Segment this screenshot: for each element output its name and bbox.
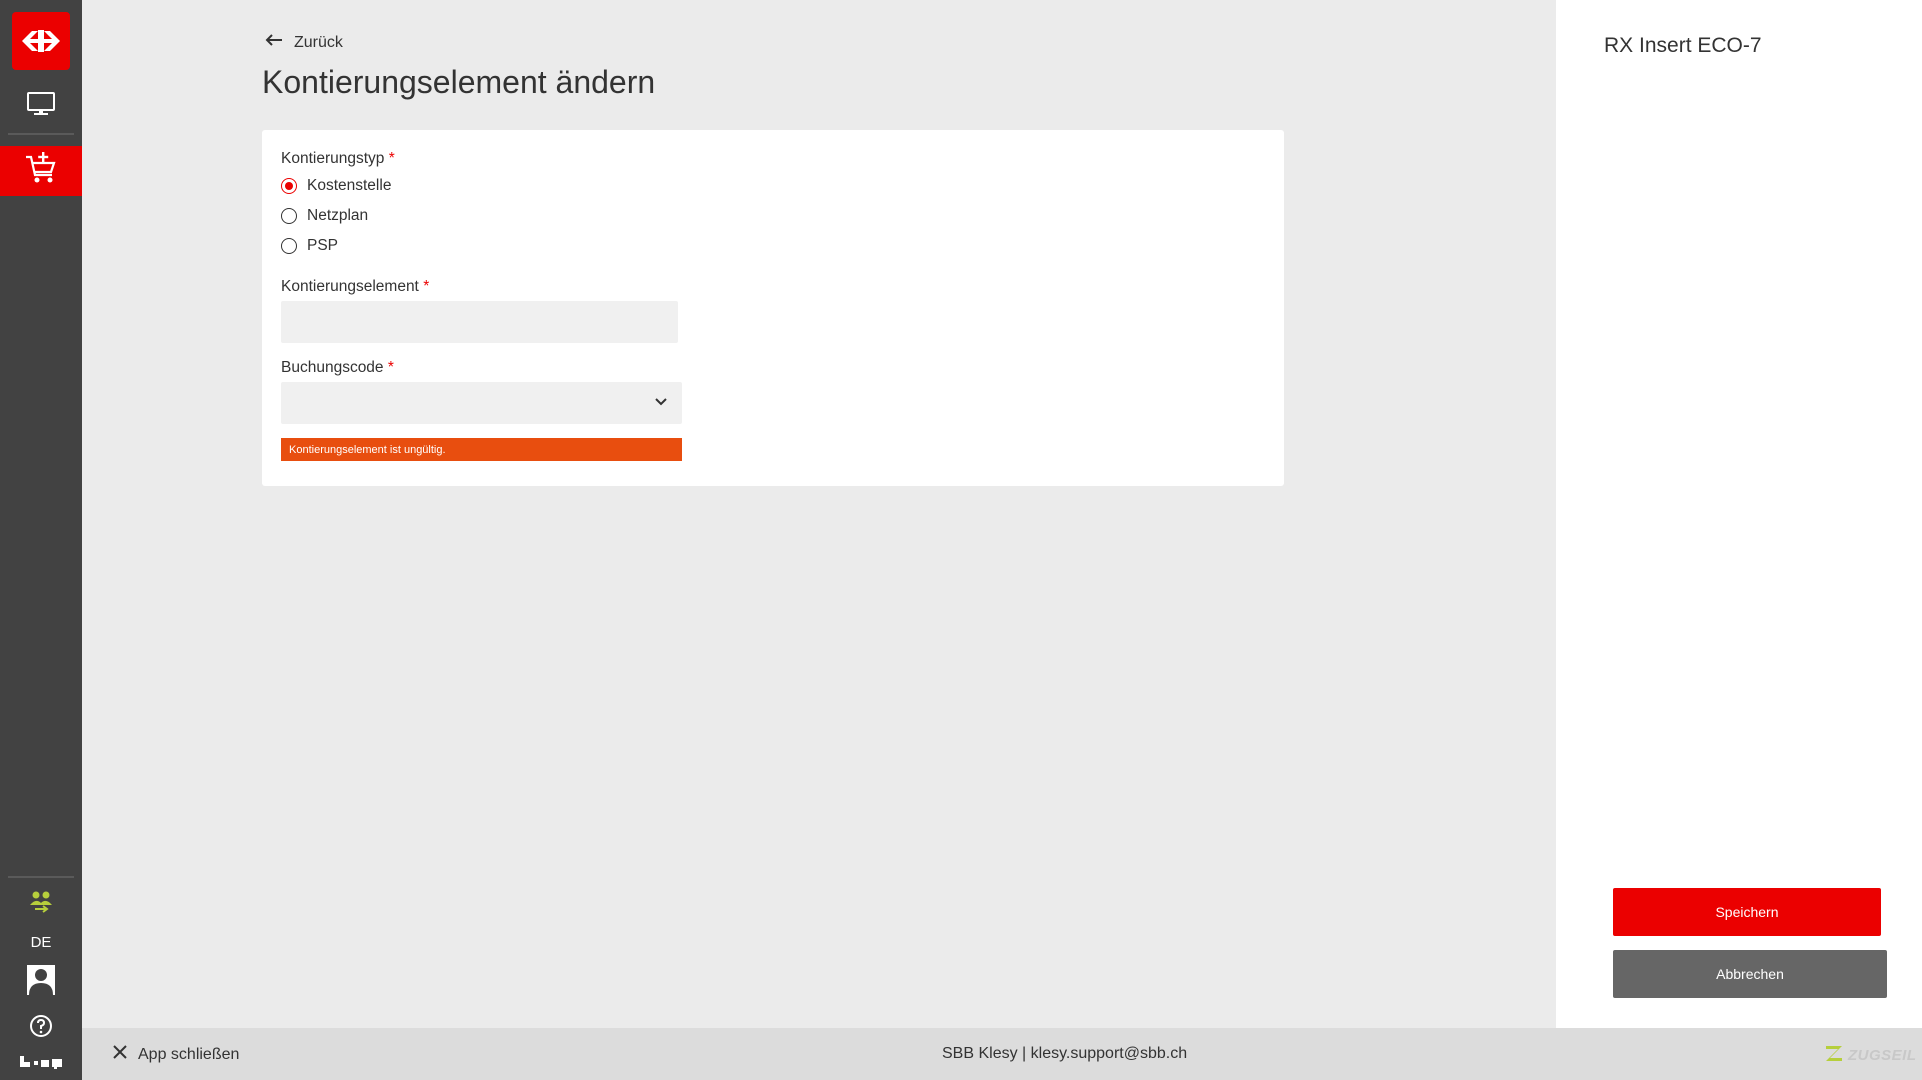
close-app-label: App schließen	[138, 1045, 240, 1063]
radio-kostenstelle[interactable]: Kostenstelle	[281, 177, 391, 195]
main-content: Zurück Kontierungselement ändern Kontier…	[82, 0, 1556, 1028]
required-marker: *	[387, 359, 394, 376]
dots-icon	[0, 1050, 82, 1072]
language-switch[interactable]: DE	[0, 930, 82, 954]
sidebar-item-cart-add[interactable]	[0, 146, 82, 196]
radio-unchecked-icon	[281, 208, 297, 224]
close-icon	[112, 1044, 128, 1065]
avatar-icon	[26, 964, 56, 1001]
help-icon	[29, 1014, 53, 1043]
right-panel: RX Insert ECO-7 Speichern Abbrechen	[1556, 0, 1922, 1028]
users-icon	[28, 889, 54, 920]
buchungscode-label: Buchungscode *	[281, 359, 394, 376]
save-button[interactable]: Speichern	[1613, 888, 1881, 936]
required-marker: *	[388, 150, 395, 167]
sidebar-divider	[8, 876, 74, 878]
cancel-button[interactable]: Abbrechen	[1613, 950, 1887, 998]
zugseil-logo-icon	[1824, 1044, 1844, 1066]
kontierungselement-label: Kontierungselement *	[281, 278, 430, 295]
cart-add-icon	[23, 151, 59, 192]
radio-label: PSP	[307, 237, 339, 254]
footer: App schließen SBB Klesy | klesy.support@…	[82, 1028, 1922, 1080]
sidebar: DE	[0, 0, 82, 1080]
sbb-logo-icon[interactable]	[12, 12, 70, 70]
error-message: Kontierungselement ist ungültig.	[281, 438, 682, 461]
arrow-left-icon	[264, 32, 284, 53]
panel-title: RX Insert ECO-7	[1604, 34, 1762, 57]
buchungscode-select[interactable]	[281, 382, 682, 424]
chevron-down-icon	[654, 394, 668, 412]
radio-unchecked-icon	[281, 238, 297, 254]
radio-psp[interactable]: PSP	[281, 237, 338, 255]
back-label: Zurück	[294, 33, 343, 51]
help-button[interactable]	[0, 1012, 82, 1044]
page-title: Kontierungselement ändern	[262, 64, 656, 100]
kontierungstyp-label: Kontierungstyp *	[281, 150, 395, 167]
radio-label: Netzplan	[307, 207, 369, 224]
radio-netzplan[interactable]: Netzplan	[281, 207, 368, 225]
back-link[interactable]: Zurück	[264, 32, 343, 53]
kontierungselement-input[interactable]	[281, 301, 678, 343]
required-marker: *	[423, 278, 430, 295]
sidebar-item-monitor[interactable]	[0, 84, 82, 128]
form-card: Kontierungstyp * Kostenstelle Netzplan P…	[262, 130, 1284, 486]
monitor-icon	[26, 91, 56, 122]
zugseil-logo: ZUGSEIL	[1824, 1044, 1917, 1066]
radio-checked-icon	[281, 178, 297, 194]
avatar[interactable]	[0, 964, 82, 1000]
radio-label: Kostenstelle	[307, 177, 392, 194]
sidebar-users[interactable]	[0, 886, 82, 922]
close-app-button[interactable]: App schließen	[112, 1044, 239, 1065]
footer-contact: SBB Klesy | klesy.support@sbb.ch	[942, 1045, 1188, 1062]
sidebar-divider	[8, 133, 74, 135]
